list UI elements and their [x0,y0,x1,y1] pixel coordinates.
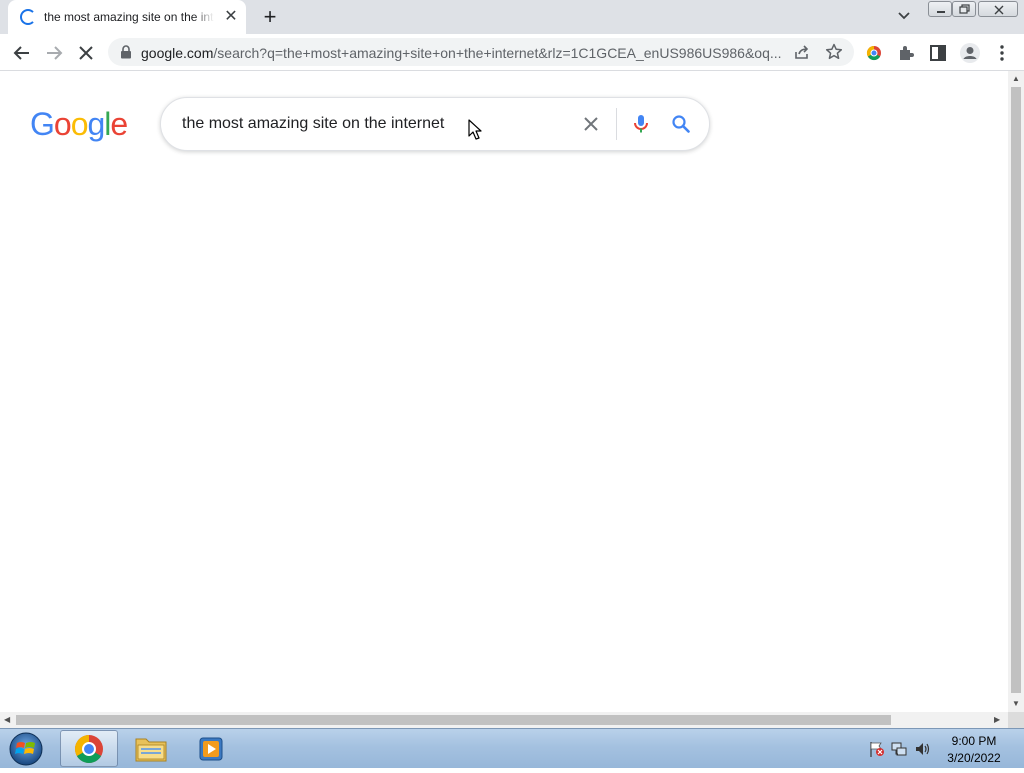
media-player-icon [199,737,223,761]
taskbar-file-explorer[interactable] [122,730,180,767]
chrome-icon [75,735,103,763]
start-button[interactable] [6,731,46,767]
scroll-left-arrow-icon[interactable]: ◀ [4,715,10,725]
clock-date[interactable]: 3/20/2022 [940,751,1008,765]
side-panel-button[interactable] [926,41,950,65]
volume-icon[interactable] [914,740,932,758]
url-host: google.com [141,45,214,61]
clear-search-button[interactable] [579,112,603,136]
kebab-menu-icon [1000,45,1004,61]
tab-title: the most amazing site on the internet [44,10,214,24]
stop-loading-button[interactable] [74,41,98,65]
address-bar[interactable]: google.com/search?q=the+most+amazing+sit… [108,38,854,66]
lock-icon[interactable] [120,45,132,59]
taskbar-media-player[interactable] [182,730,240,767]
tab-close-button[interactable]: ✕ [222,8,240,26]
mouse-cursor-icon [468,119,482,140]
tab-strip: the most amazing site on the internet ✕ … [0,0,1024,34]
search-divider [616,108,617,140]
star-icon [825,43,843,60]
taskbar-chrome[interactable] [60,730,118,767]
close-window-button[interactable] [978,1,1018,17]
extensions-button[interactable] [894,41,918,65]
horizontal-scroll-thumb[interactable] [16,715,891,725]
google-logo-letter: o [70,106,89,142]
tab-active[interactable]: the most amazing site on the internet ✕ [8,0,246,34]
share-button[interactable] [792,42,812,62]
restore-window-button[interactable] [952,1,976,17]
restore-icon [959,4,970,14]
side-panel-icon [930,45,946,61]
folder-icon [135,738,167,762]
url-text[interactable]: google.com/search?q=the+most+amazing+sit… [141,45,791,61]
browser-toolbar: google.com/search?q=the+most+amazing+sit… [0,34,1024,71]
new-tab-button[interactable]: + [258,5,282,29]
search-submit-button[interactable] [669,112,693,136]
clock-time[interactable]: 9:00 PM [940,734,1008,748]
windows-start-icon [9,732,43,766]
vertical-scroll-thumb[interactable] [1011,87,1021,693]
network-icon[interactable] [890,740,908,758]
scrollbar-corner [1008,712,1024,728]
google-logo-letter: e [110,106,128,142]
horizontal-scrollbar[interactable]: ◀ ▶ [0,712,1008,728]
microphone-icon [634,115,648,133]
loading-spinner-icon [20,9,36,25]
search-icon [672,115,690,133]
minimize-icon [937,11,945,13]
scroll-up-arrow-icon[interactable]: ▲ [1012,74,1020,84]
arrow-left-icon [13,46,29,60]
arrow-right-icon [47,46,63,60]
profile-button[interactable] [958,41,982,65]
minimize-window-button[interactable] [928,1,952,17]
puzzle-icon [900,46,914,60]
search-input[interactable]: the most amazing site on the internet [182,115,444,133]
share-icon [795,45,809,59]
tab-search-button[interactable] [894,6,914,26]
extension-chrome-button[interactable] [862,41,886,65]
stop-icon [79,46,93,60]
bookmark-star-button[interactable] [824,42,844,62]
google-logo-letter: G [30,106,55,142]
scroll-down-arrow-icon[interactable]: ▼ [1012,699,1020,709]
close-icon [994,5,1004,15]
menu-button[interactable] [990,41,1014,65]
scroll-right-arrow-icon[interactable]: ▶ [994,715,1000,725]
search-box[interactable]: the most amazing site on the internet [160,97,710,151]
tab-title-fade [194,6,214,26]
google-logo-letter: g [87,106,105,142]
close-icon [584,117,598,131]
google-logo[interactable]: Google [30,105,128,143]
vertical-scrollbar[interactable]: ▲ ▼ [1008,71,1024,712]
action-center-flag-icon[interactable] [868,740,886,758]
url-path: /search?q=the+most+amazing+site+on+the+i… [213,45,782,61]
taskbar: 9:00 PM 3/20/2022 [0,728,1024,768]
chevron-down-icon [898,12,910,20]
chrome-extension-icon [866,45,881,61]
back-button[interactable] [10,41,34,65]
voice-search-button[interactable] [629,112,653,136]
forward-button[interactable] [42,41,66,65]
avatar-icon [960,43,980,63]
page-content: Google the most amazing site on the inte… [0,71,1008,712]
google-logo-letter: o [53,106,72,142]
